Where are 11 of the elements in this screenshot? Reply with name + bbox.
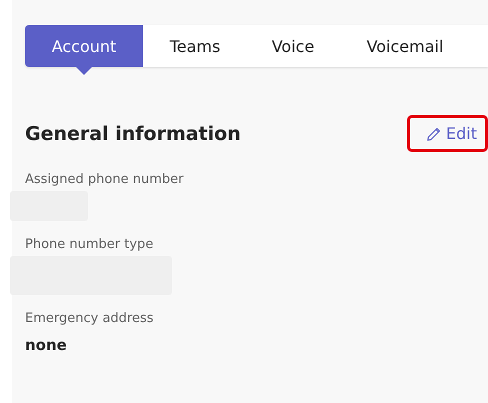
tab[interactable]: Voicemail (339, 25, 471, 67)
field-label: Phone number type (25, 237, 154, 252)
tab[interactable]: Voice (247, 25, 339, 67)
field-label: Emergency address (25, 311, 155, 326)
pencil-icon (426, 126, 442, 142)
section-title: General information (25, 122, 241, 144)
tab[interactable]: Teams (143, 25, 247, 67)
selected-tab-pointer (76, 67, 92, 75)
field-label: Assigned phone number (25, 172, 184, 187)
field-value: none (25, 336, 68, 354)
edit-button[interactable]: Edit (407, 115, 488, 152)
